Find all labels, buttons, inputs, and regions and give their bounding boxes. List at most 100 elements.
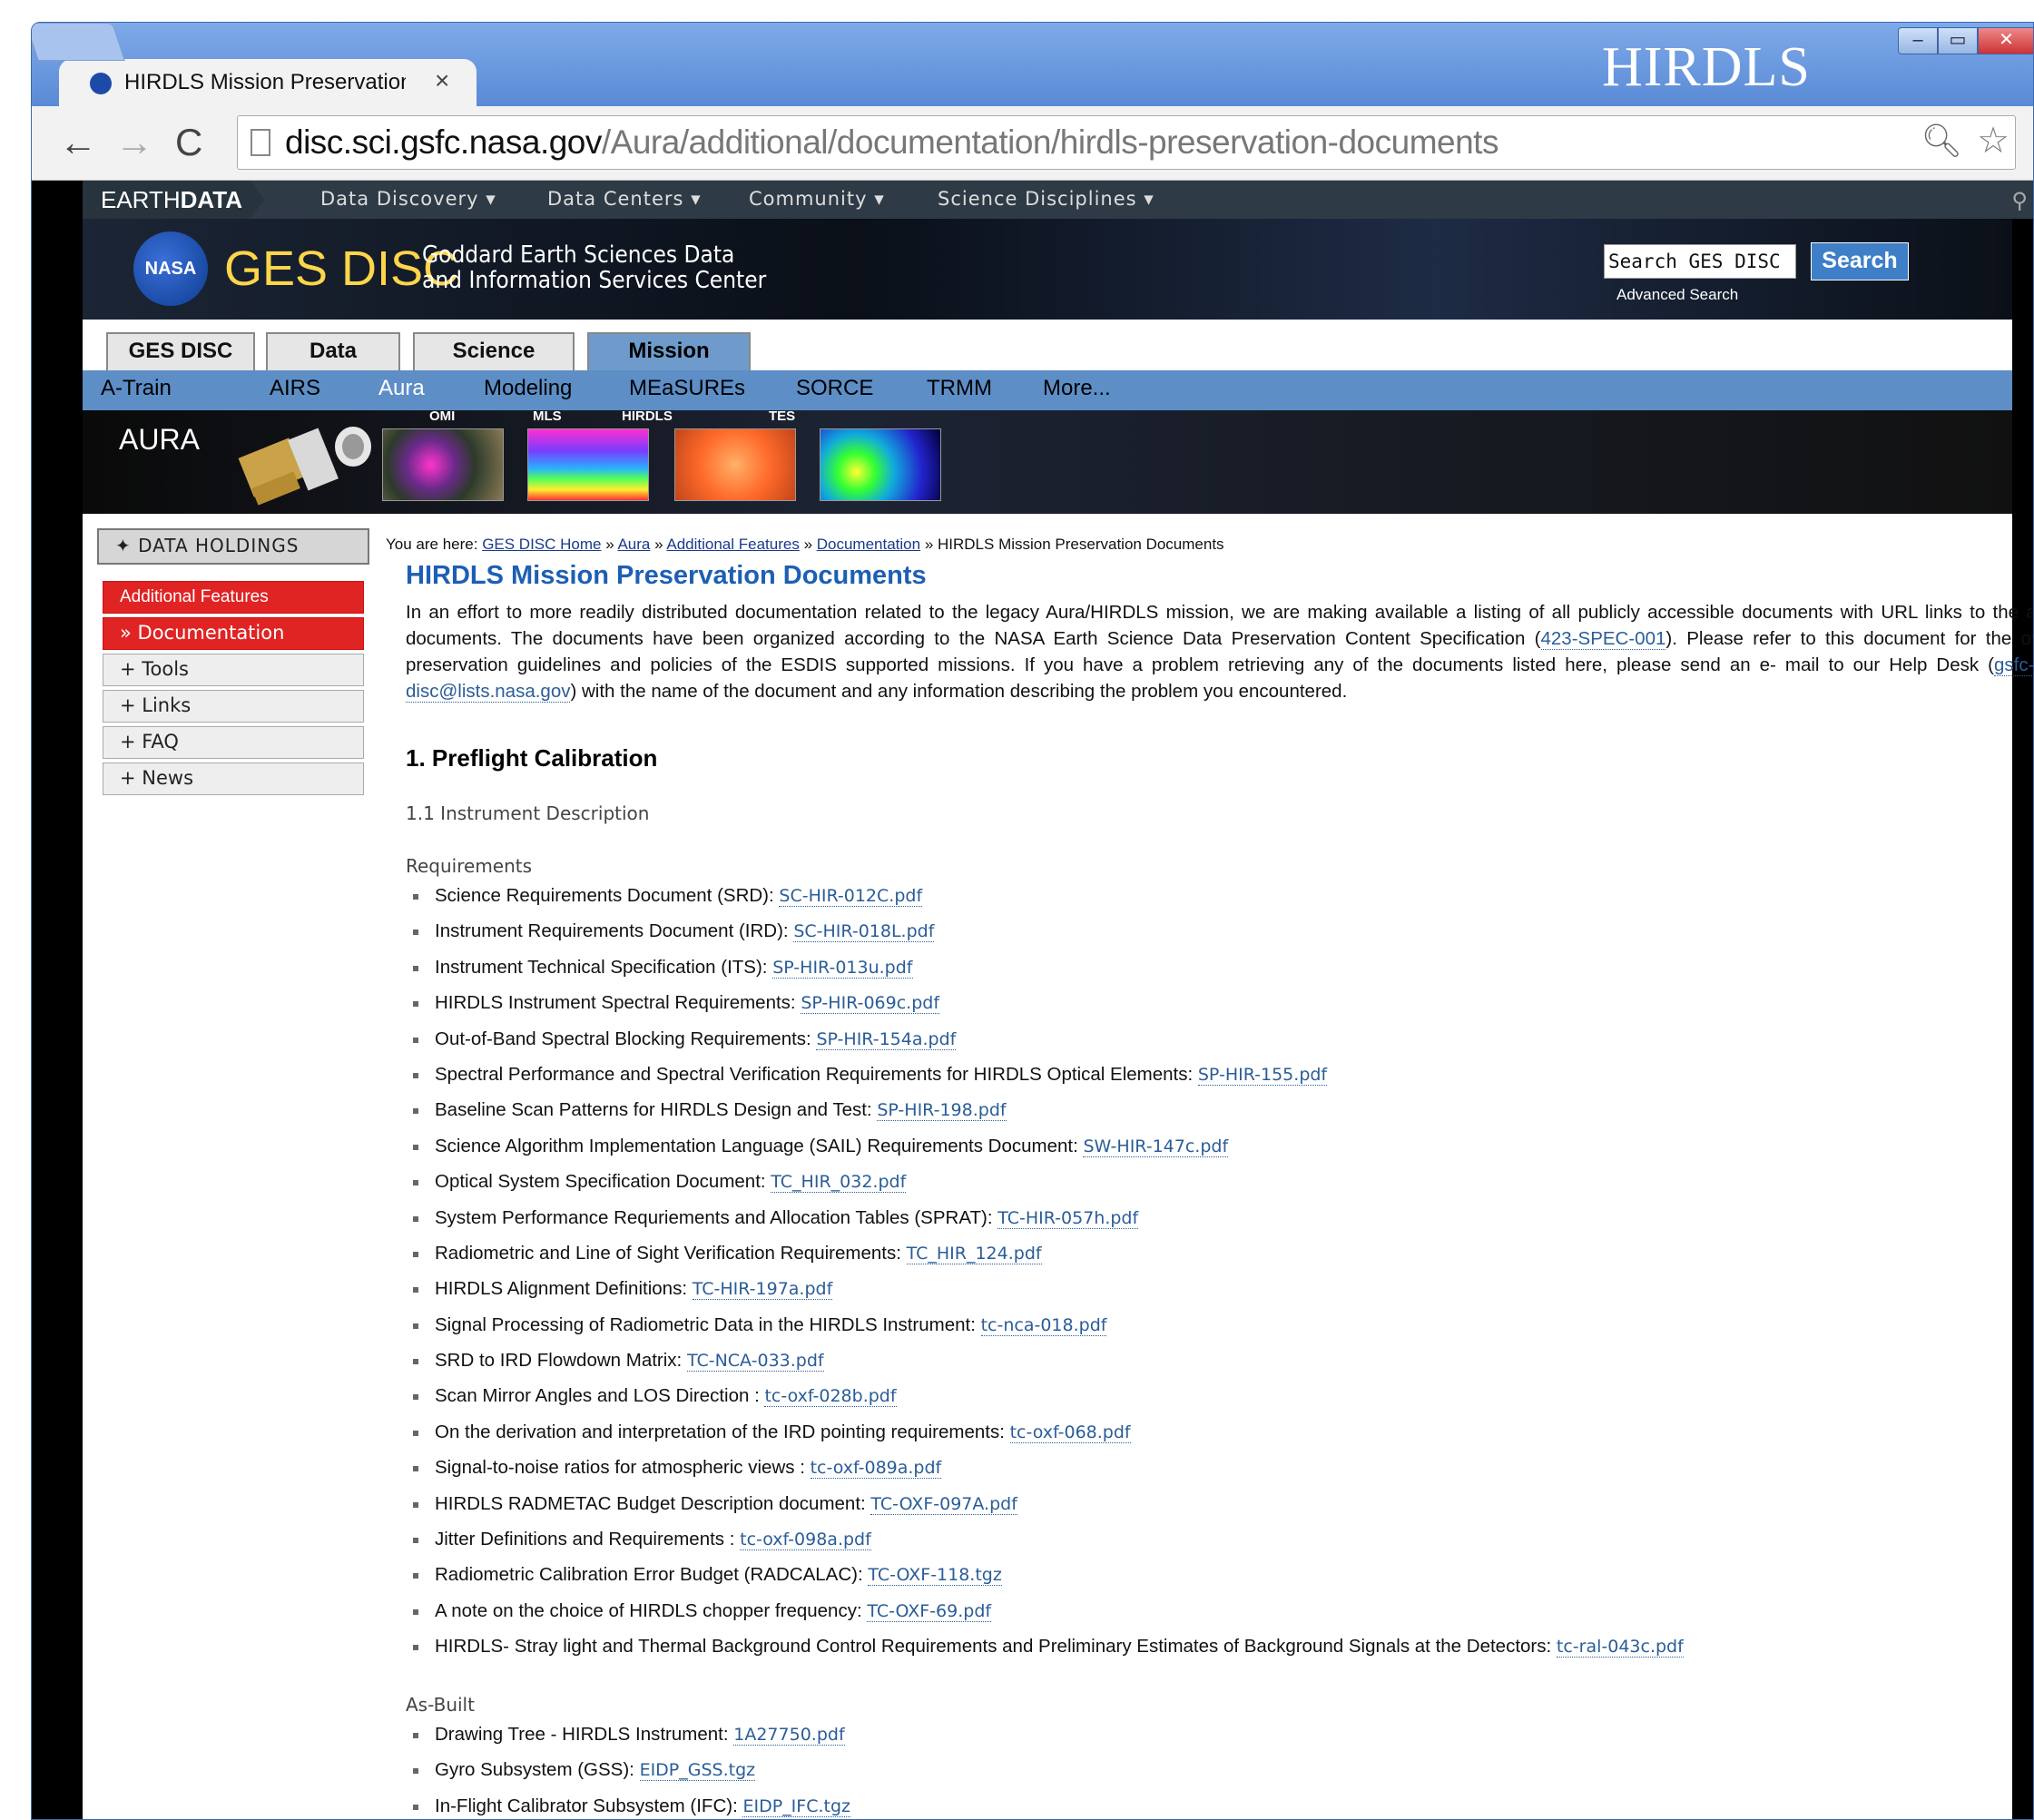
document-link[interactable]: TC-HIR-057h.pdf bbox=[997, 1207, 1139, 1229]
tab-close-icon[interactable]: × bbox=[435, 66, 449, 95]
aura-banner: AURA OMI MLS HIRDLS TES bbox=[83, 408, 2012, 514]
document-link[interactable]: tc-oxf-089a.pdf bbox=[810, 1458, 942, 1480]
document-link[interactable]: TC-NCA-033.pdf bbox=[686, 1351, 824, 1372]
document-link[interactable]: TC-OXF-118.tgz bbox=[868, 1565, 1002, 1587]
nasa-logo[interactable]: NASA bbox=[133, 231, 208, 306]
bookmark-star-icon[interactable]: ☆ bbox=[1977, 120, 2009, 162]
zoom-icon[interactable]: 🔍︎ bbox=[1921, 122, 1962, 160]
subnav-atrain[interactable]: A-Train bbox=[101, 376, 172, 401]
document-label: Signal-to-noise ratios for atmospheric v… bbox=[435, 1457, 811, 1479]
subnav-trmm[interactable]: TRMM bbox=[927, 376, 992, 401]
document-link[interactable]: EIDP_IFC.tgz bbox=[742, 1795, 851, 1817]
breadcrumb-additional-features[interactable]: Additional Features bbox=[666, 536, 799, 553]
breadcrumb-documentation[interactable]: Documentation bbox=[817, 536, 920, 553]
document-link[interactable]: SW-HIR-147c.pdf bbox=[1083, 1136, 1229, 1157]
document-link[interactable]: tc-oxf-028b.pdf bbox=[764, 1386, 897, 1408]
menu-community[interactable]: Community ▾ bbox=[749, 188, 885, 210]
search-icon[interactable]: ⚲ bbox=[2011, 188, 2028, 214]
document-link[interactable]: SP-HIR-154a.pdf bbox=[816, 1028, 957, 1050]
sidebar-item-news[interactable]: + News bbox=[103, 762, 364, 795]
breadcrumb-current: HIRDLS Mission Preservation Documents bbox=[938, 536, 1224, 553]
site-subtitle: Goddard Earth Sciences Data and Informati… bbox=[422, 241, 767, 294]
list-item: Signal-to-noise ratios for atmospheric v… bbox=[406, 1457, 1684, 1492]
mls-thumbnail[interactable] bbox=[527, 428, 649, 501]
as-built-label: As-Built bbox=[406, 1694, 475, 1716]
browser-toolbar: ← → C disc.sci.gsfc.nasa.gov/Aura/additi… bbox=[32, 106, 2033, 181]
sidebar-item-tools[interactable]: + Tools bbox=[103, 654, 364, 686]
document-label: In-Flight Calibrator Subsystem (IFC): bbox=[435, 1795, 743, 1816]
document-label: Out-of-Band Spectral Blocking Requiremen… bbox=[435, 1028, 817, 1049]
tes-thumbnail[interactable] bbox=[820, 428, 941, 501]
document-label: HIRDLS Instrument Spectral Requirements: bbox=[435, 992, 801, 1014]
list-item: Scan Mirror Angles and LOS Direction : t… bbox=[406, 1385, 1684, 1421]
document-link[interactable]: TC_HIR_124.pdf bbox=[906, 1243, 1042, 1264]
left-border bbox=[32, 181, 83, 1819]
tab-data-services[interactable]: Data Services bbox=[266, 332, 400, 398]
close-window-button[interactable]: ✕ bbox=[1978, 27, 2033, 54]
forward-arrow-icon[interactable]: → bbox=[115, 121, 153, 164]
document-link[interactable]: tc-oxf-068.pdf bbox=[1009, 1422, 1131, 1443]
list-item: HIRDLS Instrument Spectral Requirements:… bbox=[406, 992, 1684, 1028]
subnav-modeling[interactable]: Modeling bbox=[484, 376, 572, 401]
thumb-label-hirdls: HIRDLS bbox=[622, 408, 673, 424]
document-link[interactable]: tc-oxf-098a.pdf bbox=[740, 1530, 871, 1551]
hirdls-thumbnail[interactable] bbox=[674, 428, 796, 501]
document-link[interactable]: TC_HIR_032.pdf bbox=[771, 1172, 907, 1194]
document-link[interactable]: SP-HIR-155.pdf bbox=[1197, 1064, 1328, 1086]
search-input[interactable] bbox=[1604, 244, 1796, 279]
menu-data-centers[interactable]: Data Centers ▾ bbox=[547, 188, 702, 210]
thumb-label-tes: TES bbox=[769, 408, 796, 424]
url-text[interactable]: disc.sci.gsfc.nasa.gov/Aura/additional/d… bbox=[285, 123, 1498, 162]
document-link[interactable]: tc-nca-018.pdf bbox=[980, 1314, 1107, 1336]
document-link[interactable]: SC-HIR-018L.pdf bbox=[793, 921, 935, 943]
minimize-button[interactable]: – bbox=[1898, 27, 1938, 54]
section-heading: 1. Preflight Calibration bbox=[406, 744, 658, 772]
menu-data-discovery[interactable]: Data Discovery ▾ bbox=[320, 188, 496, 210]
sidebar-item-documentation[interactable]: » Documentation bbox=[103, 617, 364, 650]
document-link[interactable]: SP-HIR-069c.pdf bbox=[801, 993, 940, 1015]
list-item: Spectral Performance and Spectral Verifi… bbox=[406, 1064, 1684, 1099]
document-label: Jitter Definitions and Requirements : bbox=[435, 1529, 741, 1550]
document-link[interactable]: TC-HIR-197a.pdf bbox=[692, 1279, 833, 1301]
document-link[interactable]: EIDP_GSS.tgz bbox=[639, 1760, 756, 1782]
subnav-airs[interactable]: AIRS bbox=[270, 376, 320, 401]
subnav-aura[interactable]: Aura bbox=[378, 376, 425, 401]
advanced-search-link[interactable]: Advanced Search bbox=[1616, 286, 1738, 304]
spec-link[interactable]: 423-SPEC-001 bbox=[1540, 628, 1666, 650]
sidebar-item-additional-features[interactable]: Additional Features bbox=[103, 581, 364, 614]
document-link[interactable]: 1A27750.pdf bbox=[733, 1725, 845, 1746]
new-tab-button[interactable] bbox=[32, 23, 125, 61]
document-link[interactable]: TC-OXF-69.pdf bbox=[867, 1600, 992, 1622]
document-link[interactable]: SC-HIR-012C.pdf bbox=[779, 886, 923, 907]
breadcrumb-aura[interactable]: Aura bbox=[617, 536, 650, 553]
document-link[interactable]: SP-HIR-013u.pdf bbox=[772, 957, 913, 979]
page-body: ✦ DATA HOLDINGS Additional Features » Do… bbox=[83, 514, 2033, 1819]
omi-thumbnail[interactable] bbox=[382, 428, 504, 501]
nasa-favicon-icon bbox=[90, 73, 112, 94]
breadcrumb-gesdisc-home[interactable]: GES DISC Home bbox=[482, 536, 601, 553]
document-link[interactable]: SP-HIR-198.pdf bbox=[877, 1100, 1007, 1122]
list-item: On the derivation and interpretation of … bbox=[406, 1422, 1684, 1457]
document-link[interactable]: TC-OXF-097A.pdf bbox=[870, 1493, 1017, 1515]
maximize-button[interactable]: ▭ bbox=[1938, 27, 1978, 54]
browser-tab[interactable]: HIRDLS Mission Preservation Documents × bbox=[59, 59, 477, 106]
reload-icon[interactable]: C bbox=[175, 121, 202, 164]
sidebar-heading[interactable]: ✦ DATA HOLDINGS bbox=[97, 528, 369, 565]
subnav-measures[interactable]: MEaSUREs bbox=[629, 376, 745, 401]
address-bar[interactable]: disc.sci.gsfc.nasa.gov/Aura/additional/d… bbox=[237, 115, 2016, 170]
subnav-sorce[interactable]: SORCE bbox=[796, 376, 873, 401]
back-arrow-icon[interactable]: ← bbox=[59, 121, 97, 164]
sidebar-item-faq[interactable]: + FAQ bbox=[103, 726, 364, 759]
menu-science-disciplines[interactable]: Science Disciplines ▾ bbox=[938, 188, 1155, 210]
tab-science-portals[interactable]: Science Portals bbox=[413, 332, 575, 398]
aura-label: AURA bbox=[119, 423, 200, 456]
subnav-more[interactable]: More... bbox=[1043, 376, 1111, 401]
document-label: HIRDLS RADMETAC Budget Description docum… bbox=[435, 1492, 871, 1514]
search-button[interactable]: Search bbox=[1811, 242, 1909, 280]
document-link[interactable]: tc-ral-043c.pdf bbox=[1556, 1637, 1684, 1658]
tab-gesdisc-home[interactable]: GES DISC Home bbox=[106, 332, 255, 398]
sidebar-item-links[interactable]: + Links bbox=[103, 690, 364, 723]
list-item: HIRDLS- Stray light and Thermal Backgrou… bbox=[406, 1636, 1684, 1671]
title-bar: HIRDLS Mission Preservation Documents × … bbox=[32, 23, 2033, 106]
tab-mission-portals[interactable]: Mission Portals bbox=[587, 332, 751, 398]
